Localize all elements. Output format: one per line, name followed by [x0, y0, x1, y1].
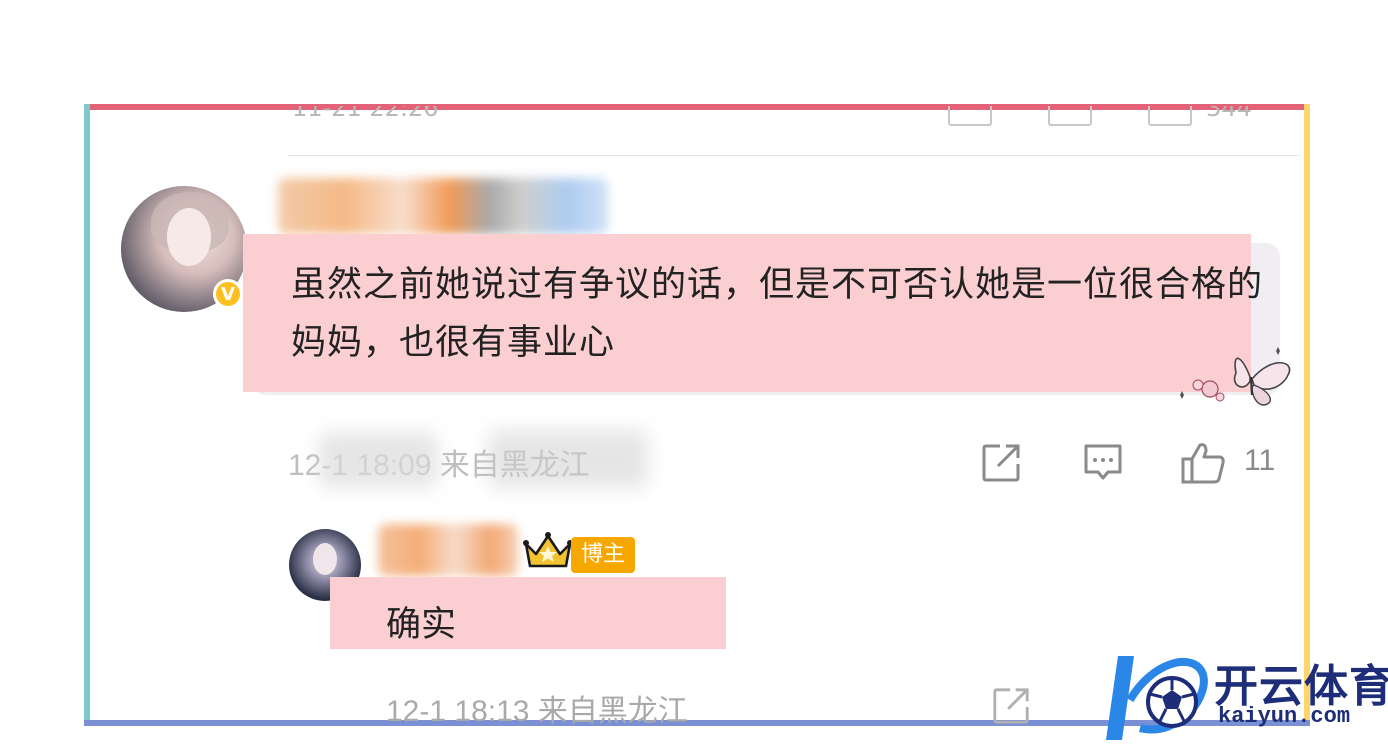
share-icon: [982, 444, 1020, 482]
blogger-badge: 博主: [571, 537, 636, 573]
meta-redacted-2: [488, 430, 648, 488]
like-icon: [1181, 443, 1225, 484]
reply-timestamp-location: 12-1 18:13 来自黑龙江: [386, 695, 688, 728]
frame-border-left: [84, 104, 90, 726]
crown-icon: [523, 532, 573, 568]
meta-redacted-1: [318, 432, 438, 488]
share-icon: [993, 688, 1029, 724]
soccer-ball-icon: [1106, 656, 1208, 740]
reply-share-button[interactable]: [990, 686, 1032, 726]
previous-share-icon[interactable]: [948, 106, 992, 126]
previous-reply-icon[interactable]: [1048, 106, 1092, 126]
comment-text: 虽然之前她说过有争议的话，但是不可否认她是一位很合格的妈妈，也很有事业心: [291, 265, 1264, 363]
commenter-name-redacted[interactable]: [278, 178, 608, 234]
reply-button[interactable]: [1080, 440, 1126, 486]
previous-comment-meta-partial: 11-21 22:26 344: [292, 106, 1292, 130]
previous-like-count: 344: [1206, 106, 1252, 122]
replier-name-redacted[interactable]: [378, 524, 518, 576]
reply-text: 确实: [386, 605, 457, 645]
reply-icon: [1084, 444, 1122, 480]
verified-badge-icon: V: [213, 279, 243, 309]
like-button[interactable]: [1178, 440, 1228, 486]
butterfly-icon: [1180, 347, 1291, 406]
watermark-logo: 开云体育 kaiyun.com: [1100, 648, 1388, 751]
reply-meta: 12-1 18:13 来自黑龙江: [386, 686, 688, 732]
watermark-en: kaiyun.com: [1218, 704, 1351, 729]
previous-like-icon[interactable]: [1148, 106, 1192, 126]
share-button[interactable]: [978, 440, 1024, 486]
frame-border-right: [1304, 104, 1310, 726]
previous-comment-timestamp: 11-21 22:26: [292, 106, 439, 122]
comment-divider: [288, 155, 1300, 156]
comment-like-count: 11: [1244, 444, 1276, 477]
